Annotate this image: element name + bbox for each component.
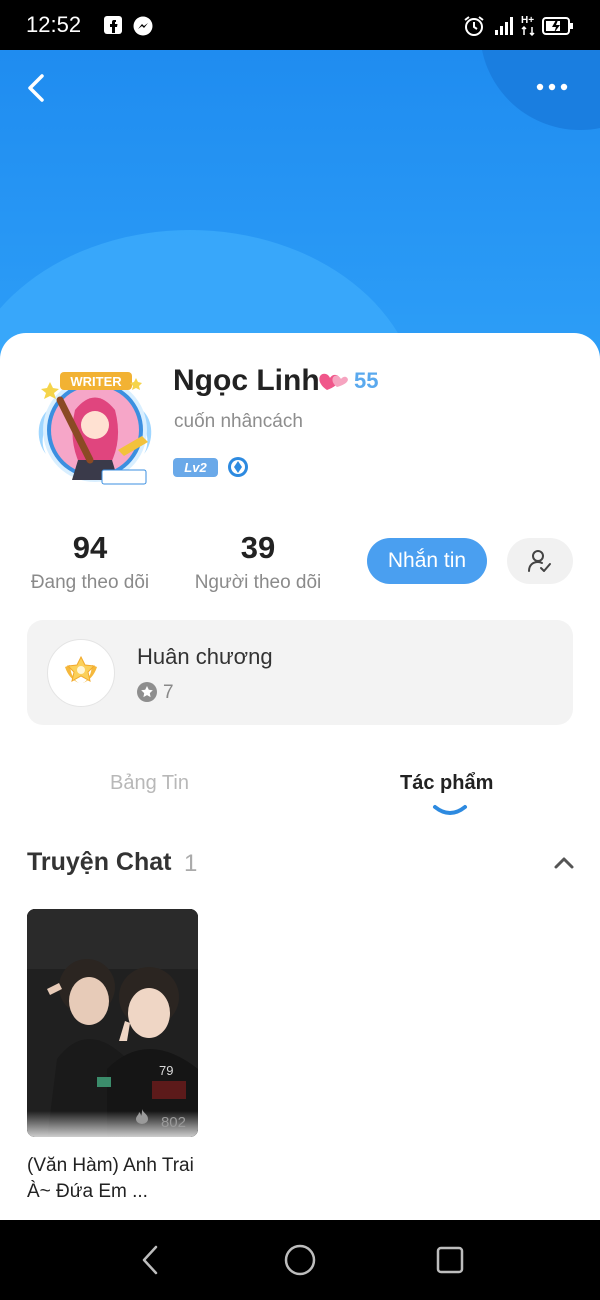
profile-header <box>0 50 600 360</box>
heart-icon <box>317 370 349 397</box>
messenger-icon <box>133 16 153 41</box>
status-time: 12:52 <box>26 12 82 37</box>
add-friend-icon <box>528 550 551 572</box>
tab-works[interactable]: Tác phẩm <box>400 772 493 795</box>
nav-recent-icon[interactable] <box>436 1246 464 1279</box>
avatar-badge-text: WRITER <box>70 374 122 389</box>
following-label: Đang theo dõi <box>30 572 150 593</box>
back-icon <box>28 74 44 102</box>
active-tab-indicator <box>432 802 468 823</box>
network-icon: H+ <box>520 13 538 42</box>
profile-name: Ngọc Linh <box>173 364 320 397</box>
battery-icon <box>542 17 574 40</box>
story-cover-image: 79 <box>27 909 198 1137</box>
followers-count: 39 <box>240 530 276 565</box>
svg-text:H+: H+ <box>521 15 534 26</box>
story-title[interactable]: (Văn Hàm) Anh Trai À~ Đứa Em ... <box>27 1153 205 1205</box>
section-count: 1 <box>184 850 198 877</box>
medal-icon <box>47 639 115 707</box>
nav-back-icon[interactable] <box>138 1244 162 1281</box>
status-bar: 12:52 H+ <box>0 0 600 50</box>
nav-home-icon[interactable] <box>284 1244 316 1281</box>
tab-feed[interactable]: Bảng Tin <box>110 772 189 795</box>
alarm-icon <box>463 15 485 42</box>
section-title: Truyện Chat <box>27 848 172 876</box>
medal-card[interactable]: Huân chương 7 <box>27 620 573 725</box>
story-views: 802 <box>160 1114 186 1131</box>
verified-icon <box>227 456 249 483</box>
star-icon <box>137 682 157 707</box>
followers-label: Người theo dõi <box>194 572 322 593</box>
facebook-icon <box>104 16 122 39</box>
following-stat[interactable]: 94 Đang theo dõi <box>22 530 158 594</box>
heart-count: 55 <box>354 368 379 393</box>
more-button[interactable] <box>534 76 574 98</box>
signal-icon <box>493 14 515 41</box>
fire-icon <box>135 1108 149 1129</box>
svg-text:79: 79 <box>159 1063 173 1078</box>
medal-count: 7 <box>163 682 174 703</box>
profile-bio: cuốn nhâncách <box>174 411 303 432</box>
more-icon <box>536 83 568 91</box>
back-button[interactable] <box>22 70 54 106</box>
message-button[interactable]: Nhắn tin <box>367 538 487 584</box>
level-badge: Lv2 <box>173 458 218 477</box>
following-count: 94 <box>72 530 108 565</box>
story-card[interactable]: 79 802 <box>27 909 198 1137</box>
chevron-up-icon[interactable] <box>553 856 575 875</box>
follow-button[interactable] <box>507 538 573 584</box>
avatar[interactable]: WRITER <box>30 370 160 490</box>
followers-stat[interactable]: 39 Người theo dõi <box>188 530 328 594</box>
medal-title: Huân chương <box>137 644 273 669</box>
